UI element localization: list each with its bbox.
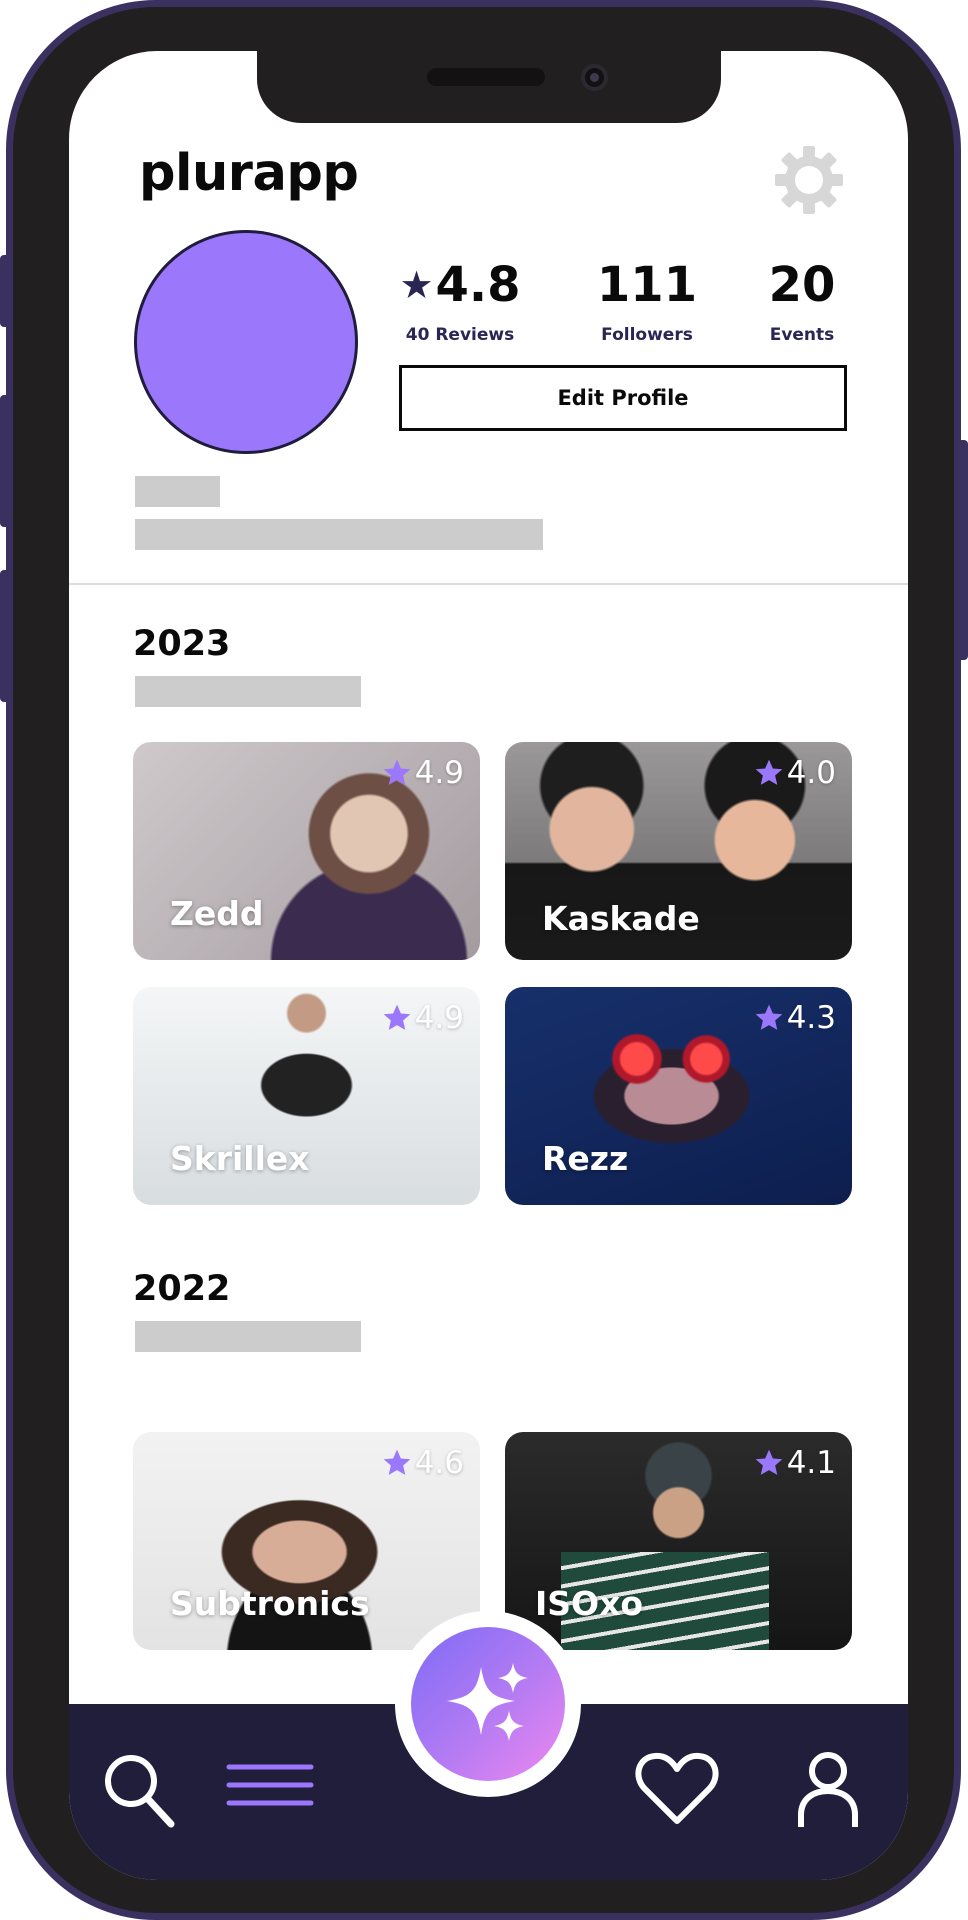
front-camera — [581, 64, 608, 91]
followers-stat: 111 Followers — [587, 261, 707, 345]
card-rating: 4.9 — [381, 1000, 464, 1036]
events-count: 20 — [768, 257, 836, 313]
card-title: Rezz — [542, 1139, 629, 1178]
app-title: plurapp — [139, 144, 359, 203]
reviews-link[interactable]: 40 Reviews — [387, 325, 533, 345]
card-rating: 4.9 — [381, 755, 464, 791]
star-icon — [755, 1004, 783, 1030]
events-link[interactable]: Events — [762, 325, 842, 345]
rating-value: 4.8 — [435, 257, 521, 313]
event-card-kaskade[interactable]: 4.0 Kaskade — [505, 742, 852, 960]
section-year-2023: 2023 — [133, 624, 231, 664]
edit-profile-button[interactable]: Edit Profile — [399, 365, 847, 431]
event-card-zedd[interactable]: 4.9 Zedd — [133, 742, 480, 960]
section-subtitle-placeholder — [135, 676, 361, 707]
avatar[interactable] — [134, 230, 358, 454]
heart-icon[interactable] — [635, 1751, 719, 1827]
card-title: Kaskade — [542, 899, 700, 938]
card-title: Subtronics — [170, 1584, 370, 1623]
search-icon[interactable] — [101, 1751, 177, 1831]
card-rating: 4.6 — [381, 1445, 464, 1481]
card-rating: 4.0 — [753, 755, 836, 791]
gear-icon[interactable] — [773, 144, 845, 216]
sparkle-icon — [447, 1663, 528, 1741]
event-card-isoxo[interactable]: 4.1 ISOxo — [505, 1432, 852, 1650]
star-icon — [755, 1449, 783, 1475]
star-icon — [383, 1449, 411, 1475]
section-year-2022: 2022 — [133, 1269, 231, 1309]
sparkle-button[interactable] — [411, 1627, 565, 1781]
speaker-grille — [427, 68, 545, 86]
star-icon — [755, 759, 783, 785]
section-subtitle-placeholder — [135, 1321, 361, 1352]
followers-link[interactable]: Followers — [587, 325, 707, 345]
events-stat: 20 Events — [762, 261, 842, 345]
phone-frame: plurapp ★ 4.8 40 Reviews 111 Followers 2… — [6, 0, 961, 1920]
device-notch — [257, 51, 721, 123]
card-rating: 4.3 — [753, 1000, 836, 1036]
followers-count: 111 — [596, 257, 698, 313]
event-card-skrillex[interactable]: 4.9 Skrillex — [133, 987, 480, 1205]
menu-icon[interactable] — [226, 1761, 314, 1813]
card-title: ISOxo — [535, 1584, 644, 1623]
rating-stat: ★ 4.8 40 Reviews — [387, 261, 533, 345]
card-rating: 4.1 — [753, 1445, 836, 1481]
event-card-rezz[interactable]: 4.3 Rezz — [505, 987, 852, 1205]
card-title: Zedd — [170, 894, 264, 933]
star-icon — [383, 1004, 411, 1030]
event-card-subtronics[interactable]: 4.6 Subtronics — [133, 1432, 480, 1650]
section-divider — [69, 583, 908, 585]
user-icon[interactable] — [797, 1751, 859, 1831]
bio-placeholder — [135, 519, 543, 550]
username-placeholder — [135, 476, 220, 507]
card-title: Skrillex — [170, 1139, 310, 1178]
star-icon: ★ — [399, 263, 434, 307]
app-screen: plurapp ★ 4.8 40 Reviews 111 Followers 2… — [69, 51, 908, 1880]
star-icon — [383, 759, 411, 785]
